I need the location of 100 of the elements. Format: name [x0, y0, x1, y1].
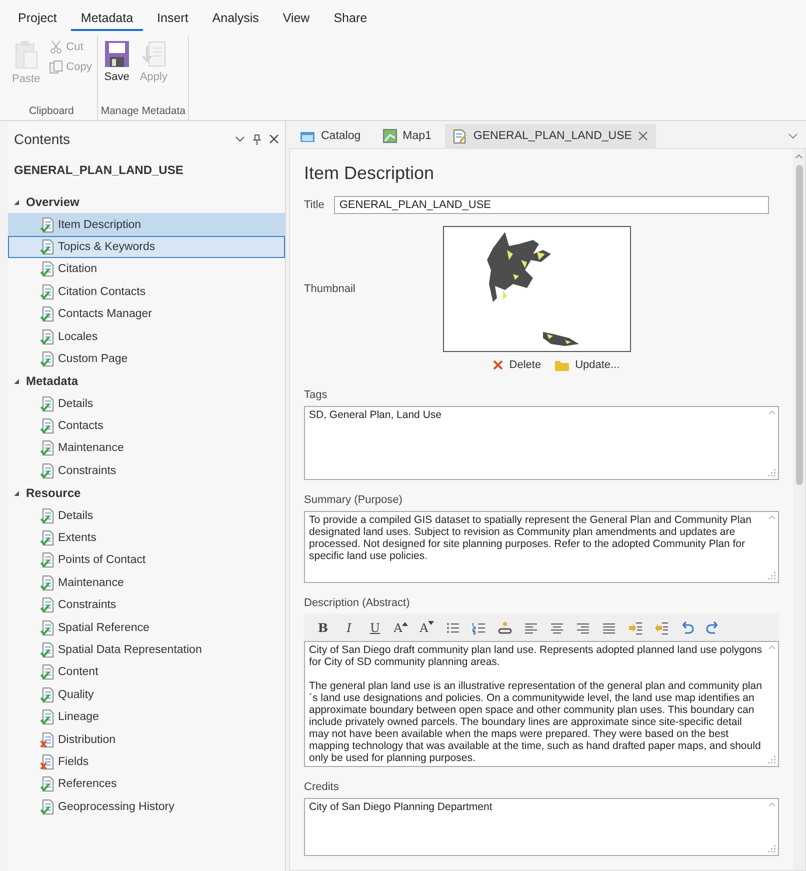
- editor-tab[interactable]: Map1: [374, 124, 440, 148]
- tree-item[interactable]: Citation: [8, 258, 285, 281]
- tree-item[interactable]: Lineage: [8, 706, 285, 728]
- format-button[interactable]: U: [362, 616, 388, 639]
- section-label[interactable]: Overview: [26, 195, 80, 210]
- resize-grip-icon[interactable]: [768, 845, 776, 853]
- tree-item[interactable]: Constraints: [8, 460, 285, 482]
- resize-grip-icon[interactable]: [768, 468, 776, 477]
- tree-item[interactable]: Custom Page: [8, 348, 285, 370]
- format-button[interactable]: B: [310, 616, 336, 639]
- tree-item[interactable]: Points of Contact: [8, 549, 285, 572]
- pin-icon[interactable]: [253, 134, 261, 144]
- document-check-icon: [40, 530, 55, 546]
- ribbon-tab[interactable]: Analysis: [202, 8, 269, 29]
- document-check-icon: [40, 798, 55, 815]
- tab-label: Catalog: [321, 130, 361, 142]
- tree-item[interactable]: Item Description: [8, 213, 285, 236]
- field-label: Summary (Purpose): [304, 494, 404, 506]
- tags-field[interactable]: SD, General Plan, Land Use: [304, 406, 779, 480]
- tree-item-label: Topics & Keywords: [58, 240, 156, 253]
- tab-label: GENERAL_PLAN_LAND_USE: [473, 130, 632, 142]
- ribbon-tab[interactable]: Insert: [147, 8, 198, 29]
- document-check-icon: [40, 238, 55, 255]
- resize-grip-icon[interactable]: [768, 572, 776, 580]
- tree-item[interactable]: Details: [8, 392, 285, 415]
- tree-item-label: Distribution: [58, 734, 116, 746]
- ribbon-tab[interactable]: Share: [324, 8, 378, 29]
- copy-icon: [49, 60, 64, 74]
- tree-item-label: Geoprocessing History: [58, 800, 174, 813]
- document-arrow-icon: [140, 40, 167, 68]
- ribbon-tab[interactable]: View: [272, 8, 320, 29]
- tree-item[interactable]: Geoprocessing History: [8, 796, 285, 818]
- tree-item[interactable]: References: [8, 773, 285, 796]
- close-icon[interactable]: [269, 134, 279, 144]
- scrollbar-thumb[interactable]: [796, 165, 802, 485]
- tree-item-label: Details: [58, 510, 94, 522]
- format-button[interactable]: A: [388, 616, 414, 639]
- tree-item-label: Points of Contact: [58, 554, 146, 566]
- expand-triangle-icon[interactable]: [13, 490, 20, 497]
- editor-tab[interactable]: Catalog: [292, 124, 369, 148]
- summary-field[interactable]: To provide a compiled GIS dataset to spatially represent the General Plan and Community Plan designated land uses. Subject to revision as Community plan amendments and updates are processed. Not designed for site planning purposes. Refer to the adopted Community Plan for specific land use policies.: [304, 510, 779, 584]
- expand-triangle-icon[interactable]: [13, 198, 20, 206]
- folder-icon: [300, 130, 315, 142]
- title-field[interactable]: GENERAL_PLAN_LAND_USE: [334, 196, 769, 214]
- tree-item[interactable]: Details: [8, 504, 285, 527]
- credits-field[interactable]: City of San Diego Planning Department: [304, 798, 779, 856]
- tree-item[interactable]: Quality: [8, 684, 285, 706]
- section-label[interactable]: Metadata: [26, 374, 78, 388]
- format-button[interactable]: A: [414, 616, 440, 639]
- clipboard-icon: [13, 40, 40, 70]
- chevron-down-icon[interactable]: [788, 133, 798, 139]
- tree-item-label: Details: [58, 398, 94, 410]
- tree-item-label: Extents: [58, 532, 96, 544]
- tree-item[interactable]: Maintenance: [8, 572, 285, 594]
- tree-item[interactable]: Maintenance: [8, 437, 285, 460]
- delete-button[interactable]: Delete: [493, 359, 542, 371]
- tree-item[interactable]: Citation Contacts: [8, 280, 285, 303]
- tree-item[interactable]: Contacts: [8, 414, 285, 438]
- item-name: GENERAL_PLAN_LAND_USE: [13, 162, 184, 179]
- tree-item[interactable]: Locales: [8, 325, 285, 348]
- document-check-icon: [40, 440, 55, 456]
- document-check-icon: [40, 396, 55, 412]
- tree-item-label: Maintenance: [58, 442, 124, 454]
- scroll-up-icon[interactable]: [795, 153, 803, 159]
- ribbon-command[interactable]: Save: [100, 38, 133, 105]
- tree-item-label: Item Description: [58, 218, 142, 231]
- section-label[interactable]: Resource: [26, 486, 81, 500]
- chevron-down-icon[interactable]: [235, 136, 245, 142]
- paragraph: City of San Diego draft community plan land use. Represents adopted planned land use polygons for City of SD community planning areas.: [309, 644, 762, 668]
- tree-item[interactable]: Distribution: [8, 728, 285, 751]
- tree-item-label: Contacts: [58, 420, 104, 432]
- expand-triangle-icon[interactable]: [13, 378, 20, 385]
- tree-item[interactable]: Extents: [8, 526, 285, 550]
- document-check-icon: [40, 597, 55, 614]
- tree-item-label: Content: [58, 666, 98, 678]
- scrollbar-track[interactable]: [793, 149, 805, 870]
- group-label: Clipboard: [28, 105, 75, 119]
- ribbon-tab[interactable]: Metadata: [70, 8, 144, 31]
- format-button[interactable]: I: [336, 616, 362, 639]
- document-check-icon: [40, 261, 55, 278]
- tree-item[interactable]: Fields: [8, 750, 285, 774]
- tree-item-label: Lineage: [58, 711, 99, 724]
- tree-item[interactable]: Constraints: [8, 594, 285, 616]
- document-check-icon: [40, 350, 55, 367]
- editor-tab[interactable]: GENERAL_PLAN_LAND_USE: [445, 124, 656, 148]
- resize-grip-icon[interactable]: [768, 756, 776, 764]
- tree-item[interactable]: Topics & Keywords: [8, 236, 285, 258]
- close-icon[interactable]: [638, 131, 648, 141]
- description-field[interactable]: [304, 641, 779, 767]
- tree-item[interactable]: Spatial Data Representation: [8, 638, 285, 662]
- folder-icon: [555, 360, 570, 370]
- tree-item[interactable]: Spatial Reference: [8, 616, 285, 639]
- document-check-icon: [40, 664, 55, 680]
- document-error-icon: [40, 754, 55, 770]
- tree-item[interactable]: Contacts Manager: [8, 302, 285, 326]
- ribbon-tab[interactable]: Project: [8, 8, 67, 29]
- update-button[interactable]: Update...: [555, 359, 620, 371]
- tree-item[interactable]: Content: [8, 661, 285, 684]
- page-heading: Item Description: [304, 163, 436, 184]
- document-check-icon: [40, 709, 55, 726]
